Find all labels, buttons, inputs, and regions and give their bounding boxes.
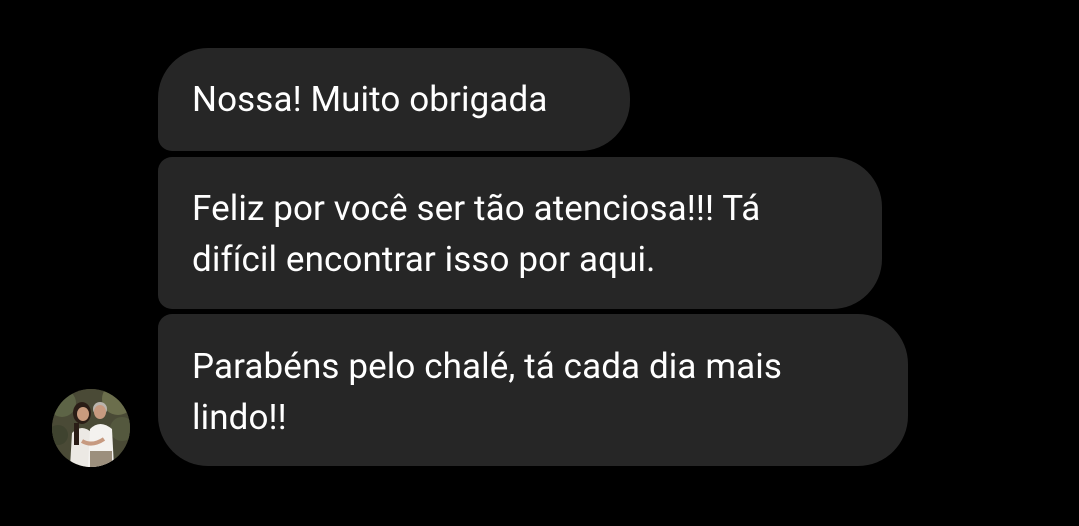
chat-thread: Nossa! Muito obrigada Feliz por você ser…: [0, 0, 1079, 526]
message-text: Feliz por você ser tão atenciosa!!! Tá d…: [192, 188, 761, 280]
message-text: Nossa! Muito obrigada: [192, 79, 548, 120]
message-text: Parabéns pelo chalé, tá cada dia mais li…: [192, 346, 783, 438]
avatar[interactable]: [52, 389, 130, 467]
profile-photo-icon: [52, 389, 130, 467]
message-bubble[interactable]: Parabéns pelo chalé, tá cada dia mais li…: [158, 314, 908, 466]
message-bubble[interactable]: Nossa! Muito obrigada: [158, 48, 630, 151]
message-bubble[interactable]: Feliz por você ser tão atenciosa!!! Tá d…: [158, 157, 882, 309]
